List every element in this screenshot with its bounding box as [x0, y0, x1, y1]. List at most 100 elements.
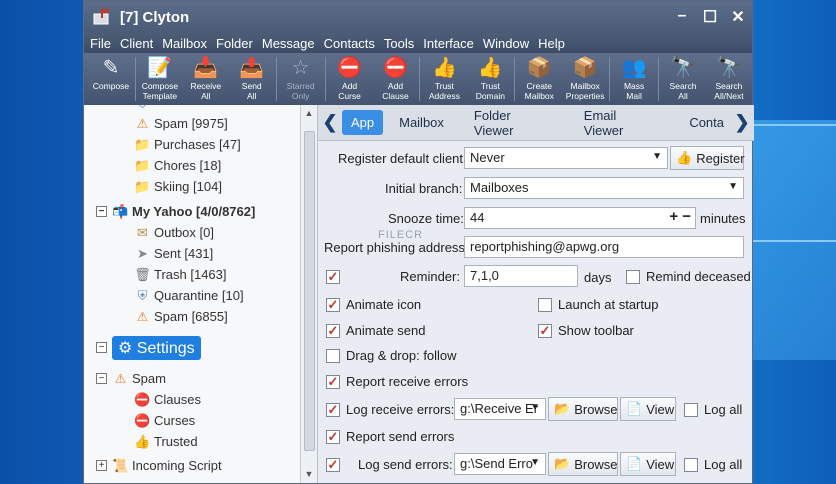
- toolbar-add-curse-button[interactable]: ⛔ Add Curse: [327, 53, 373, 101]
- toolbar-starred-only-button[interactable]: ☆ Starred Only: [278, 53, 324, 101]
- report-send-checkbox[interactable]: ✓: [326, 430, 340, 444]
- animate-send-checkbox[interactable]: ✓: [326, 324, 340, 338]
- toolbar-create-mailbox-button[interactable]: 📦 Create Mailbox: [516, 53, 562, 101]
- view-send-button[interactable]: 📄 View: [620, 452, 676, 476]
- log-receive-checkbox[interactable]: ✓: [326, 403, 340, 417]
- menu-message[interactable]: Message: [262, 36, 315, 51]
- snooze-field[interactable]: 44 + −: [464, 207, 696, 229]
- toolbar-mailbox-properties-button[interactable]: 📦 Mailbox Properties: [562, 53, 608, 101]
- log-all-receive-checkbox[interactable]: [684, 403, 698, 417]
- toolbar-receive-all-button[interactable]: 📥 Receive All: [183, 53, 229, 101]
- menu-help[interactable]: Help: [538, 36, 565, 51]
- report-receive-checkbox[interactable]: ✓: [326, 375, 340, 389]
- register-select[interactable]: Never ▼: [464, 147, 668, 169]
- close-button[interactable]: ✕: [724, 7, 752, 27]
- folder-icon: 📜: [112, 457, 129, 473]
- menu-folder[interactable]: Folder: [216, 36, 253, 51]
- collapse-icon[interactable]: −: [96, 342, 107, 353]
- register-button[interactable]: 👍 Register: [670, 146, 745, 170]
- menu-interface[interactable]: Interface: [423, 36, 474, 51]
- toolbar-mass-mail-button[interactable]: 👥 Mass Mail: [611, 53, 657, 101]
- log-send-select[interactable]: g:\Send Erro ▼: [454, 453, 546, 475]
- scroll-up-icon[interactable]: ▲: [301, 105, 317, 122]
- tree-item[interactable]: 📁 Purchases [47]: [134, 134, 240, 155]
- launch-startup-checkbox[interactable]: [538, 298, 552, 312]
- scroll-thumb[interactable]: [304, 131, 315, 451]
- toolbar-add-clause-button[interactable]: ⛔ Add Clause: [373, 53, 419, 101]
- reminder-field[interactable]: 7,1,0: [464, 265, 578, 287]
- tree-scrollbar[interactable]: ▲ ▼: [300, 105, 317, 483]
- tab-folder-viewer[interactable]: Folder Viewer: [460, 103, 568, 143]
- tree-item[interactable]: 📁 Chores [18]: [134, 155, 221, 176]
- tree-item[interactable]: ⛔ Curses: [134, 410, 195, 431]
- menu-tools[interactable]: Tools: [384, 36, 414, 51]
- folder-icon: ⛔: [134, 412, 151, 428]
- tree-item[interactable]: 📁 Skiing [104]: [134, 176, 222, 197]
- tree-item[interactable]: − ⚠ Spam: [96, 368, 166, 389]
- expand-icon[interactable]: +: [96, 460, 107, 471]
- log-receive-select[interactable]: g:\Receive Er ▼: [454, 398, 546, 420]
- tab-app[interactable]: App: [341, 110, 384, 135]
- tree-item[interactable]: 🗑 Trash [1463]: [134, 264, 226, 285]
- tab-contacts[interactable]: Conta: [675, 110, 728, 135]
- animate-icon-checkbox[interactable]: ✓: [326, 298, 340, 312]
- chevron-down-icon: ▼: [728, 181, 738, 192]
- menu-file[interactable]: File: [90, 36, 111, 51]
- toolbar-label: Mailbox Properties: [565, 81, 605, 101]
- search-icon: 🔭: [716, 57, 742, 79]
- tree-item[interactable]: ⚠ Spam [9975]: [134, 113, 228, 134]
- log-all-send-checkbox[interactable]: [684, 458, 698, 472]
- remind-deceased-label: Remind deceased: [646, 269, 751, 284]
- toolbar-trust-address-button[interactable]: 👍 Trust Address: [421, 53, 467, 101]
- toolbar-compose-template-button[interactable]: 📝 Compose Template: [137, 53, 183, 101]
- register-label: Register default client:: [338, 151, 467, 166]
- branch-select[interactable]: Mailboxes ▼: [464, 177, 744, 199]
- maximize-button[interactable]: ☐: [696, 7, 724, 27]
- tab-mailbox[interactable]: Mailbox: [385, 110, 458, 135]
- browse-receive-button[interactable]: 📂 Browse: [548, 397, 618, 421]
- settings-panel: ❮ App Mailbox Folder Viewer Email Viewer…: [318, 105, 754, 483]
- drag-drop-checkbox[interactable]: [326, 349, 340, 363]
- collapse-icon[interactable]: −: [96, 206, 107, 217]
- scroll-down-icon[interactable]: ▼: [301, 466, 317, 483]
- minimize-button[interactable]: –: [668, 7, 696, 27]
- browse-send-button[interactable]: 📂 Browse: [548, 452, 618, 476]
- toolbar-trust-domain-button[interactable]: 👍 Trust Domain: [467, 53, 513, 101]
- toolbar-compose-button[interactable]: ✎ Compose: [88, 53, 134, 92]
- log-send-checkbox[interactable]: ✓: [326, 458, 340, 472]
- menu-client[interactable]: Client: [120, 36, 153, 51]
- plus-minus-icon[interactable]: + −: [669, 208, 691, 225]
- menu-mailbox[interactable]: Mailbox: [162, 36, 207, 51]
- phish-field[interactable]: reportphishing@apwg.org: [464, 236, 744, 258]
- title-bar[interactable]: [7] Clyton – ☐ ✕: [84, 1, 752, 33]
- tree-item[interactable]: ➤ Sent [431]: [134, 243, 213, 264]
- tab-scroll-left-icon[interactable]: ❮: [318, 112, 342, 133]
- toolbar-search-all-button[interactable]: 🔭 Search All: [660, 53, 706, 101]
- collapse-icon[interactable]: −: [96, 373, 107, 384]
- tree-item[interactable]: − 📬 My Yahoo [4/0/8762]: [96, 201, 255, 222]
- settings-label-wrap[interactable]: ⚙ Settings: [112, 335, 201, 360]
- tree-item[interactable]: 👍 Trusted: [134, 431, 197, 452]
- tree-item[interactable]: ⛔ Clauses: [134, 389, 201, 410]
- snooze-value: 44: [470, 210, 485, 225]
- tab-email-viewer[interactable]: Email Viewer: [570, 103, 674, 143]
- remind-deceased-checkbox[interactable]: [626, 270, 640, 284]
- view-receive-button[interactable]: 📄 View: [620, 397, 676, 421]
- show-toolbar-checkbox[interactable]: ✓: [538, 324, 552, 338]
- tree-item[interactable]: ✉ Outbox [0]: [134, 222, 214, 243]
- tree-item[interactable]: ⛨ Quarantine [10]: [134, 285, 244, 306]
- app-window: [7] Clyton – ☐ ✕ File Client Mailbox Folder…: [83, 0, 754, 484]
- menu-contacts[interactable]: Contacts: [324, 36, 375, 51]
- tree-item-settings[interactable]: − ⚙ Settings: [96, 335, 201, 360]
- starred-icon: ☆: [291, 57, 310, 79]
- tab-scroll-right-icon[interactable]: ❯: [730, 112, 754, 133]
- tree-item[interactable]: + 📜 Incoming Script: [96, 455, 222, 476]
- drag-drop-label: Drag & drop: follow: [346, 348, 457, 363]
- toolbar-send-all-button[interactable]: 📤 Send All: [229, 53, 275, 101]
- toolbar-separator: [134, 57, 136, 101]
- toolbar-search-all-next-button[interactable]: 🔭 Search All/Next: [706, 53, 752, 101]
- search-icon: 🔭: [670, 57, 696, 79]
- tree-item[interactable]: ⚠ Spam [6855]: [134, 306, 228, 327]
- reminder-checkbox[interactable]: ✓: [326, 270, 340, 284]
- menu-window[interactable]: Window: [483, 36, 529, 51]
